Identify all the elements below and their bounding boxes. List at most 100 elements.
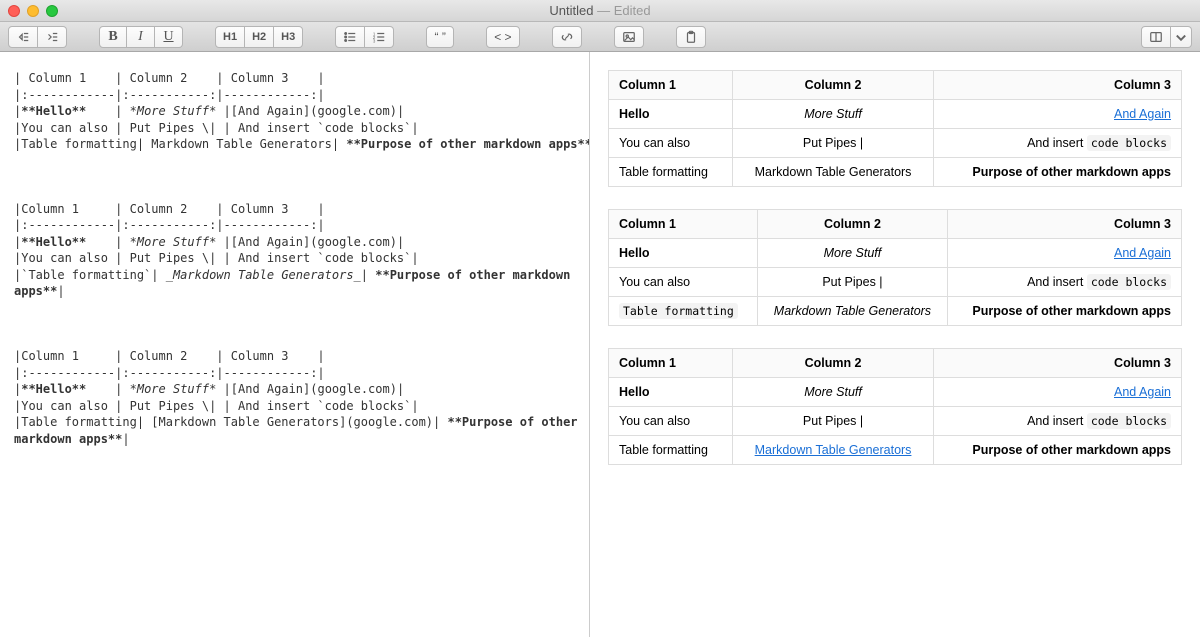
preview-pane: Column 1Column 2Column 3HelloMore StuffA… [590,52,1200,637]
document-edited-suffix: — Edited [593,3,650,18]
source-token[interactable]: **Hello** [21,235,86,249]
bold-button[interactable]: B [99,26,127,48]
image-group [614,26,644,48]
code-button[interactable]: < > [486,26,519,48]
source-token[interactable]: |[And Again](google.com)| [216,382,404,396]
editor-pane[interactable]: | Column 1 | Column 2 | Column 3 | |:----… [0,52,590,637]
table-cell: And Again [933,378,1181,407]
source-line[interactable]: |**Hello** | *More Stuff* |[And Again](g… [14,381,575,398]
source-line[interactable]: |Column 1 | Column 2 | Column 3 | [14,348,575,365]
table-cell: Hello [609,378,733,407]
source-token[interactable]: |:------------|:-----------:|-----------… [14,366,325,380]
unordered-list-button[interactable] [335,26,365,48]
preview-link[interactable]: And Again [1114,107,1171,121]
source-block[interactable]: |Column 1 | Column 2 | Column 3 | |:-----… [14,201,575,300]
source-token[interactable]: | [86,382,129,396]
source-token[interactable]: | [361,268,375,282]
source-token[interactable]: | Column 1 | Column 2 | Column 3 | [14,71,325,85]
source-line[interactable]: |You can also | Put Pipes \| | And inser… [14,120,575,137]
source-line[interactable]: |`Table formatting`| _Markdown Table Gen… [14,267,575,284]
source-token[interactable]: *More Stuff* [130,235,217,249]
preview-link[interactable]: And Again [1114,246,1171,260]
source-token[interactable]: _Markdown Table Generators_ [166,268,361,282]
indent-button[interactable] [38,26,67,48]
source-token[interactable]: |Table formatting| Markdown Table Genera… [14,137,346,151]
heading-group: H1 H2 H3 [215,26,303,48]
blockquote-button[interactable]: “ ” [426,26,454,48]
source-token[interactable]: **Purpose of other [447,415,577,429]
source-line[interactable]: |You can also | Put Pipes \| | And inser… [14,250,575,267]
table-cell-text: Markdown Table Generators [774,304,931,318]
indent-group [8,26,67,48]
close-window-button[interactable] [8,5,20,17]
layout-button[interactable] [1141,26,1171,48]
table-cell-text: Table formatting [619,165,708,179]
minimize-window-button[interactable] [27,5,39,17]
link-button[interactable] [552,26,582,48]
source-token[interactable]: |You can also | Put Pipes \| | And inser… [14,251,419,265]
link-group [552,26,582,48]
source-token[interactable]: apps** [14,284,57,298]
source-token[interactable]: |You can also | Put Pipes \| | And inser… [14,121,419,135]
table-cell-text: Put Pipes | [803,414,863,428]
source-token[interactable]: |Column 1 | Column 2 | Column 3 | [14,202,325,216]
source-token[interactable]: |:------------|:-----------:|-----------… [14,218,325,232]
table-cell-text: Purpose of other markdown apps [972,165,1171,179]
h1-button[interactable]: H1 [215,26,245,48]
source-token[interactable]: |[And Again](google.com)| [216,235,404,249]
table-cell: And insert code blocks [933,129,1181,158]
source-block[interactable]: |Column 1 | Column 2 | Column 3 | |:-----… [14,348,575,447]
split-view: | Column 1 | Column 2 | Column 3 | |:----… [0,52,1200,637]
preview-link[interactable]: And Again [1114,385,1171,399]
text-style-group: B I U [99,26,183,48]
source-line[interactable]: |:------------|:-----------:|-----------… [14,365,575,382]
source-token[interactable]: | [122,432,129,446]
source-line[interactable]: |You can also | Put Pipes \| | And inser… [14,398,575,415]
source-token[interactable]: | [86,104,129,118]
italic-button[interactable]: I [127,26,155,48]
source-token[interactable]: | [57,284,64,298]
source-token[interactable]: |Column 1 | Column 2 | Column 3 | [14,349,325,363]
source-line[interactable]: markdown apps**| [14,431,575,448]
source-token[interactable]: |[And Again](google.com)| [216,104,404,118]
source-token[interactable]: |:------------|:-----------:|-----------… [14,88,325,102]
source-line[interactable]: apps**| [14,283,575,300]
h3-button[interactable]: H3 [274,26,303,48]
table-cell: And insert code blocks [933,407,1181,436]
source-token[interactable]: *More Stuff* [130,104,217,118]
table-cell-text: Hello [619,246,650,260]
preview-table: Column 1Column 2Column 3HelloMore StuffA… [608,348,1182,465]
copy-html-button[interactable] [676,26,706,48]
layout-icon [1149,30,1163,44]
source-token[interactable]: **Purpose of other markdown apps** [346,137,590,151]
source-token[interactable]: **Purpose of other markdown [375,268,570,282]
table-row: HelloMore StuffAnd Again [609,378,1182,407]
preview-link[interactable]: Markdown Table Generators [755,443,912,457]
source-token[interactable]: markdown apps** [14,432,122,446]
source-block[interactable]: | Column 1 | Column 2 | Column 3 | |:----… [14,70,575,153]
source-line[interactable]: |**Hello** | *More Stuff* |[And Again](g… [14,234,575,251]
underline-button[interactable]: U [155,26,183,48]
zoom-window-button[interactable] [46,5,58,17]
source-line[interactable]: |Column 1 | Column 2 | Column 3 | [14,201,575,218]
h2-button[interactable]: H2 [245,26,274,48]
source-token[interactable]: |Table formatting| [Markdown Table Gener… [14,415,447,429]
source-line[interactable]: | Column 1 | Column 2 | Column 3 | [14,70,575,87]
source-line[interactable]: |Table formatting| [Markdown Table Gener… [14,414,575,431]
source-token[interactable]: |`Table formatting`| [14,268,166,282]
source-line[interactable]: |**Hello** | *More Stuff* |[And Again](g… [14,103,575,120]
layout-dropdown-button[interactable] [1171,26,1192,48]
table-row: HelloMore StuffAnd Again [609,239,1182,268]
ordered-list-button[interactable]: 123 [365,26,394,48]
source-line[interactable]: |:------------|:-----------:|-----------… [14,217,575,234]
source-token[interactable]: |You can also | Put Pipes \| | And inser… [14,399,419,413]
source-token[interactable]: | [86,235,129,249]
source-token[interactable]: *More Stuff* [130,382,217,396]
chevron-down-icon [1174,30,1188,44]
outdent-button[interactable] [8,26,38,48]
source-token[interactable]: **Hello** [21,382,86,396]
source-token[interactable]: **Hello** [21,104,86,118]
source-line[interactable]: |:------------|:-----------:|-----------… [14,87,575,104]
source-line[interactable]: |Table formatting| Markdown Table Genera… [14,136,575,153]
image-button[interactable] [614,26,644,48]
